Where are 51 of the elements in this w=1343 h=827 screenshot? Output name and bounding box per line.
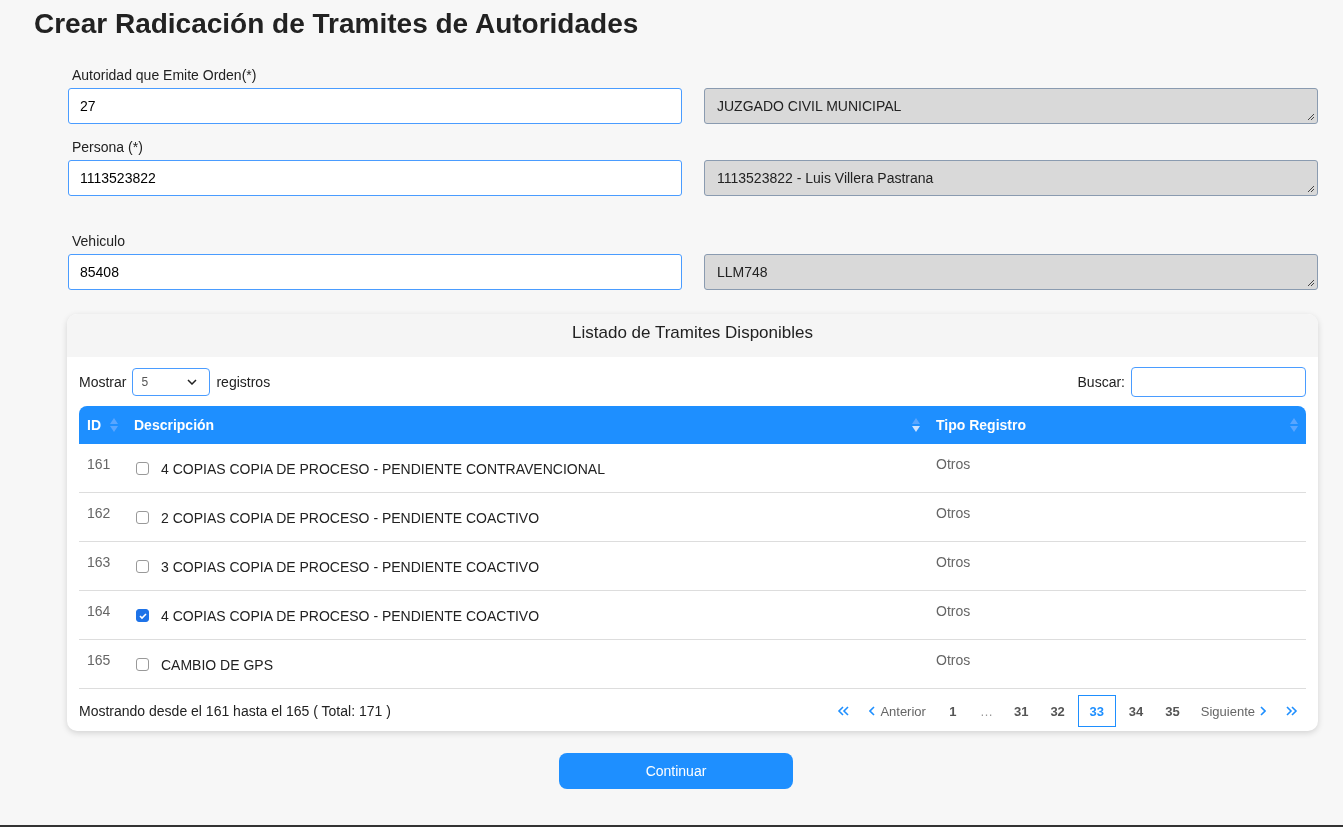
table-cell-text: Otros (935, 504, 972, 523)
checkbox[interactable] (136, 609, 149, 622)
page-link[interactable]: 31 (1004, 695, 1038, 727)
chevron-right-icon (1259, 706, 1266, 716)
table-cell: 2 COPIAS COPIA DE PROCESO - PENDIENTE COACTIVO (161, 510, 540, 526)
table-cell: CAMBIO DE GPS (161, 657, 274, 673)
page-link[interactable]: 32 (1041, 695, 1074, 727)
search-field[interactable] (1131, 367, 1306, 397)
checkbox[interactable] (136, 511, 149, 524)
readonly-field: LLM748 (704, 254, 1318, 290)
search-label: Buscar: (1077, 374, 1125, 390)
table-cell-text: 164 (86, 602, 112, 621)
field-label: Persona (*) (72, 139, 143, 155)
table-cell: 4 COPIAS COPIA DE PROCESO - PENDIENTE CONTRAVENCIONAL (161, 461, 605, 477)
readonly-field: JUZGADO CIVIL MUNICIPAL (704, 88, 1318, 124)
page-size-select[interactable]: 5 (132, 368, 211, 396)
table-cell-text: 162 (86, 504, 112, 523)
input-field[interactable]: 85408 (68, 254, 682, 290)
field-label: Vehiculo (72, 233, 125, 249)
card-title: Listado de Tramites Disponibles (67, 314, 1318, 357)
table-cell-text: Otros (935, 455, 972, 474)
table-cell-text: Otros (935, 651, 972, 670)
table-cell-text: 163 (86, 553, 112, 572)
previous-page-link[interactable]: Anterior (861, 695, 934, 727)
chevron-down-icon (187, 379, 198, 385)
chevron-left-icon (869, 706, 877, 716)
input-field[interactable]: 1113523822 (68, 160, 682, 196)
field-label: Autoridad que Emite Orden(*) (72, 67, 257, 83)
resize-grip-icon (1307, 113, 1315, 121)
next-page-link[interactable]: Siguiente (1192, 695, 1274, 727)
table-cell: 3 COPIAS COPIA DE PROCESO - PENDIENTE COACTIVO (161, 559, 540, 575)
table-cell-text: 161 (86, 455, 112, 474)
readonly-field: 1113523822 - Luis Villera Pastrana (704, 160, 1318, 196)
page-link[interactable]: 1 (937, 695, 968, 727)
pagination-ellipsis: … (978, 702, 994, 721)
input-field[interactable]: 27 (68, 88, 682, 124)
page-link[interactable]: 34 (1119, 695, 1153, 727)
table-cell-text: Otros (935, 553, 972, 572)
page-link[interactable]: 35 (1156, 695, 1189, 727)
checkbox[interactable] (136, 560, 149, 573)
table-cell-text: Otros (935, 602, 972, 621)
page-title: Crear Radicación de Tramites de Autoridades (34, 8, 640, 40)
checkbox[interactable] (136, 658, 149, 671)
length-label: Mostrar (79, 374, 127, 390)
resize-grip-icon (1307, 185, 1315, 193)
length-label: registros (216, 374, 271, 390)
resize-grip-icon (1307, 279, 1315, 287)
table-cell-text: 165 (86, 651, 112, 670)
checkbox[interactable] (136, 462, 149, 475)
table-cell: 4 COPIAS COPIA DE PROCESO - PENDIENTE COACTIVO (161, 608, 540, 624)
table-info: Mostrando desde el 161 hasta el 165 ( Total: 171 ) (79, 703, 391, 719)
